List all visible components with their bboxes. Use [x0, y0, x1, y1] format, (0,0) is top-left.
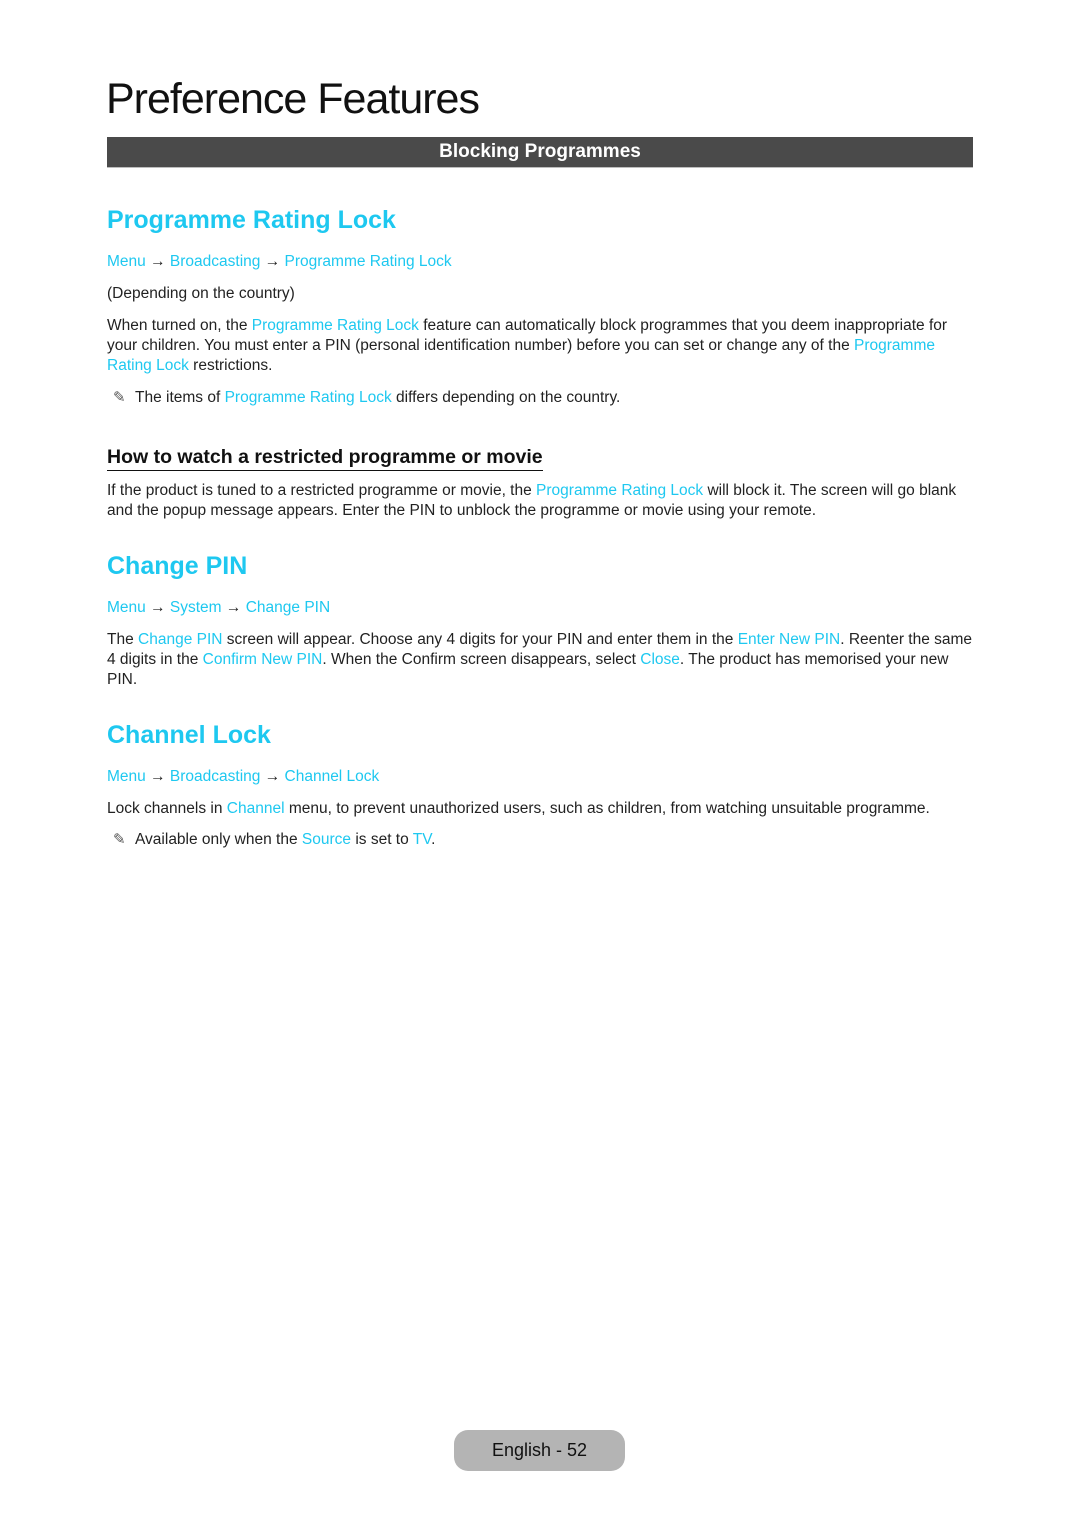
heading-channel-lock: Channel Lock — [107, 721, 271, 749]
highlight-term: Enter New PIN — [737, 631, 841, 648]
highlight-term: Change PIN — [138, 631, 223, 648]
text: The — [107, 631, 139, 648]
note-channel-lock: ✎ Available only when the Source is set t… — [113, 830, 435, 850]
path-channel-lock[interactable]: Channel Lock — [285, 768, 380, 785]
page-title: Preference Features — [106, 75, 480, 123]
text: differs depending on the country. — [391, 389, 621, 406]
path-menu[interactable]: Menu — [107, 768, 146, 785]
highlight-term: Programme Rating Lock — [251, 317, 419, 334]
text: screen will appear. Choose any 4 digits … — [222, 631, 738, 648]
menu-path-change-pin: Menu → System → Change PIN — [107, 598, 330, 618]
arrow-icon: → — [150, 768, 166, 785]
rating-lock-description: When turned on, the Programme Rating Loc… — [107, 316, 973, 376]
path-system[interactable]: System — [170, 599, 222, 616]
page-number-badge: English - 52 — [454, 1430, 625, 1471]
channel-lock-description: Lock channels in Channel menu, to preven… — [107, 799, 973, 819]
text: When turned on, the — [107, 317, 252, 334]
subheading-restricted-programme: How to watch a restricted programme or m… — [107, 445, 543, 471]
menu-path-rating-lock: Menu → Broadcasting → Programme Rating L… — [107, 252, 452, 272]
menu-path-channel-lock: Menu → Broadcasting → Channel Lock — [107, 767, 379, 787]
note-pencil-icon: ✎ — [113, 389, 126, 406]
arrow-icon: → — [150, 599, 166, 616]
arrow-icon: → — [225, 599, 242, 616]
restricted-programme-description: If the product is tuned to a restricted … — [107, 481, 973, 521]
text: If the product is tuned to a restricted … — [107, 482, 537, 499]
path-programme-rating-lock[interactable]: Programme Rating Lock — [285, 253, 452, 270]
availability-text: (Depending on the country) — [107, 285, 295, 302]
path-broadcasting[interactable]: Broadcasting — [170, 768, 260, 785]
path-menu[interactable]: Menu — [107, 253, 146, 270]
path-broadcasting[interactable]: Broadcasting — [170, 253, 260, 270]
text: Available only when the — [135, 831, 302, 848]
arrow-icon: → — [264, 768, 281, 785]
highlight-term: Source — [301, 831, 352, 848]
text: menu, to prevent unauthorized users, suc… — [284, 800, 930, 817]
arrow-icon: → — [264, 253, 281, 270]
highlight-term: Programme Rating Lock — [224, 389, 392, 406]
note-pencil-icon: ✎ — [113, 831, 126, 848]
highlight-term: Close — [640, 651, 680, 668]
highlight-term: Confirm New PIN — [202, 651, 323, 668]
arrow-icon: → — [150, 253, 166, 270]
path-change-pin[interactable]: Change PIN — [246, 599, 330, 616]
change-pin-description: The Change PIN screen will appear. Choos… — [107, 630, 973, 690]
text: is set to — [351, 831, 413, 848]
text: restrictions. — [188, 357, 273, 374]
text: . When the Confirm screen disappears, se… — [322, 651, 641, 668]
highlight-term: Channel — [226, 800, 285, 817]
highlight-term: TV — [412, 831, 432, 848]
heading-change-pin: Change PIN — [107, 552, 248, 580]
heading-programme-rating-lock: Programme Rating Lock — [107, 206, 396, 234]
note-rating-lock: ✎ The items of Programme Rating Lock diff… — [113, 388, 620, 408]
path-menu[interactable]: Menu — [107, 599, 146, 616]
text: . — [431, 831, 436, 848]
section-bar: Blocking Programmes — [107, 137, 973, 168]
highlight-term: Programme Rating Lock — [536, 482, 704, 499]
text: The items of — [135, 389, 225, 406]
text: Lock channels in — [107, 800, 227, 817]
